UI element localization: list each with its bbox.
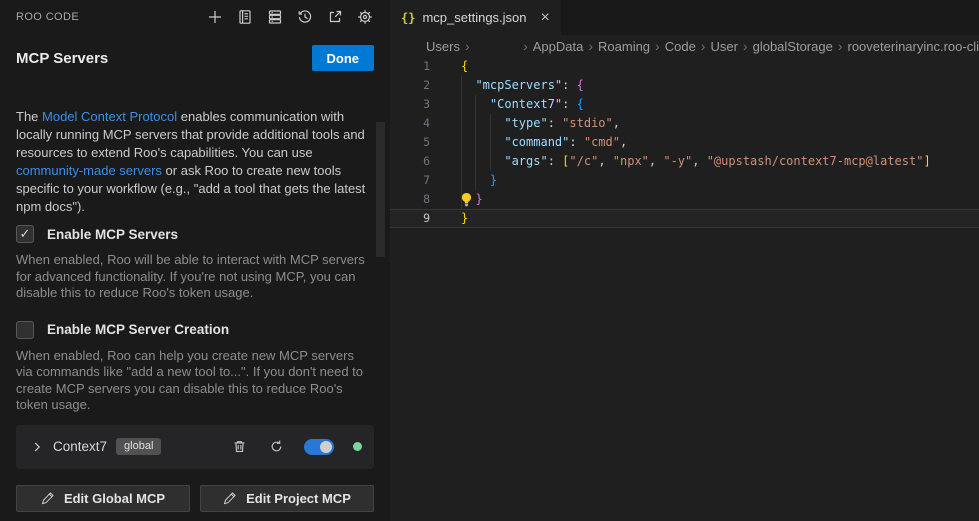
editor-tab-strip: {} mcp_settings.json × (390, 0, 979, 35)
checkbox-check-icon: ✓ (20, 226, 31, 242)
sidebar-toolbar: ROO CODE (0, 0, 390, 34)
breadcrumb-item[interactable]: globalStorage (753, 39, 833, 54)
breadcrumb-separator-icon: › (523, 38, 528, 54)
enable-mcp-creation-label: Enable MCP Server Creation (47, 322, 229, 337)
server-enabled-toggle[interactable] (304, 439, 334, 455)
enable-mcp-servers-row: ✓ Enable MCP Servers (16, 224, 374, 244)
breadcrumb-separator-icon: › (838, 38, 843, 54)
server-controls (230, 438, 362, 456)
pencil-icon (223, 491, 237, 505)
tab-filename: mcp_settings.json (422, 10, 526, 25)
mcp-edit-buttons: Edit Global MCP Edit Project MCP (16, 485, 374, 512)
enable-mcp-creation-checkbox[interactable]: ✓ (16, 321, 34, 339)
intro-text: The (16, 109, 42, 124)
intro-link[interactable]: Model Context Protocol (42, 109, 177, 124)
line-number: 7 (390, 171, 430, 190)
edit-global-mcp-button[interactable]: Edit Global MCP (16, 485, 190, 512)
toolbar-icon-row (206, 8, 374, 26)
line-number: 6 (390, 152, 430, 171)
prompts-notepad-icon[interactable] (236, 8, 254, 26)
json-file-icon: {} (401, 11, 415, 25)
breadcrumb-separator-icon: › (743, 38, 748, 54)
enable-mcp-servers-label: Enable MCP Servers (47, 227, 178, 242)
breadcrumb-item[interactable]: User (710, 39, 737, 54)
server-scope-badge: global (116, 438, 161, 455)
intro-link[interactable]: community-made servers (16, 163, 162, 178)
delete-server-trash-icon[interactable] (230, 438, 248, 456)
open-in-editor-icon[interactable] (326, 8, 344, 26)
indent-guide (461, 76, 462, 209)
indent-guide (490, 114, 491, 171)
breadcrumb-separator-icon: › (588, 38, 593, 54)
restart-server-refresh-icon[interactable] (267, 438, 285, 456)
line-number: 1 (390, 57, 430, 76)
done-button[interactable]: Done (312, 45, 375, 71)
tab-close-icon[interactable]: × (541, 10, 550, 26)
code-line: 7 } (390, 171, 979, 190)
line-number: 8 (390, 190, 430, 209)
code-line: 3 "Context7": { (390, 95, 979, 114)
enable-mcp-servers-checkbox[interactable]: ✓ (16, 225, 34, 243)
checkbox-check-icon: ✓ (20, 322, 31, 338)
code-line: 1{ (390, 57, 979, 76)
line-number: 4 (390, 114, 430, 133)
page-title: MCP Servers (16, 50, 108, 67)
breadcrumb-item[interactable]: AppData (533, 39, 584, 54)
edit-global-mcp-label: Edit Global MCP (64, 491, 165, 506)
settings-gear-icon[interactable] (356, 8, 374, 26)
code-lines: 1{2 "mcpServers": {3 "Context7": {4 "typ… (390, 57, 979, 228)
enable-mcp-creation-row: ✓ Enable MCP Server Creation (16, 320, 374, 340)
line-number: 2 (390, 76, 430, 95)
app-window: ROO CODE (0, 0, 979, 521)
code-line: 4 "type": "stdio", (390, 114, 979, 133)
line-number: 3 (390, 95, 430, 114)
tab-mcp-settings-json[interactable]: {} mcp_settings.json × (390, 0, 561, 35)
code-line: 9} (390, 209, 979, 228)
breadcrumb-item[interactable]: rooveterinaryinc.roo-cli (848, 39, 979, 54)
server-status-dot (353, 442, 362, 451)
server-row-context7: Context7 global (16, 425, 374, 469)
code-line: 8 } (390, 190, 979, 209)
roo-code-brand: ROO CODE (16, 11, 79, 23)
code-area[interactable]: 1{2 "mcpServers": {3 "Context7": {4 "typ… (390, 57, 979, 521)
sidebar-header: MCP Servers Done (0, 34, 390, 72)
history-icon[interactable] (296, 8, 314, 26)
breadcrumb-item[interactable]: Roaming (598, 39, 650, 54)
indent-guide (475, 95, 476, 190)
breadcrumb-separator-icon: › (465, 38, 470, 54)
editor-pane: {} mcp_settings.json × Users › › AppData › Ro… (390, 0, 979, 521)
enable-mcp-creation-description: When enabled, Roo can help you create ne… (16, 348, 370, 414)
code-line: 6 "args": ["/c", "npx", "-y", "@upstash/… (390, 152, 979, 171)
edit-project-mcp-label: Edit Project MCP (246, 491, 351, 506)
breadcrumb-separator-icon: › (655, 38, 660, 54)
line-number: 9 (390, 209, 430, 228)
pencil-icon (41, 491, 55, 505)
breadcrumb: Users › › AppData › Roaming › Code › User › globalS… (390, 35, 979, 57)
expand-chevron-icon[interactable] (30, 440, 44, 454)
edit-project-mcp-button[interactable]: Edit Project MCP (200, 485, 374, 512)
breadcrumb-separator-icon: › (701, 38, 706, 54)
enable-mcp-servers-description: When enabled, Roo will be able to intera… (16, 252, 370, 302)
toggle-knob (320, 441, 332, 453)
server-name: Context7 (53, 439, 107, 454)
line-number: 5 (390, 133, 430, 152)
lightbulb-code-action-icon[interactable] (459, 192, 474, 207)
code-line: 2 "mcpServers": { (390, 76, 979, 95)
code-line: 5 "command": "cmd", (390, 133, 979, 152)
mcp-servers-icon[interactable] (266, 8, 284, 26)
roo-code-sidebar: ROO CODE (0, 0, 390, 521)
mcp-intro: The Model Context Protocol enables commu… (16, 108, 374, 216)
breadcrumb-item[interactable]: Code (665, 39, 696, 54)
sidebar-scrollbar-thumb[interactable] (376, 122, 385, 257)
new-task-plus-icon[interactable] (206, 8, 224, 26)
breadcrumb-item[interactable]: Users (426, 39, 460, 54)
